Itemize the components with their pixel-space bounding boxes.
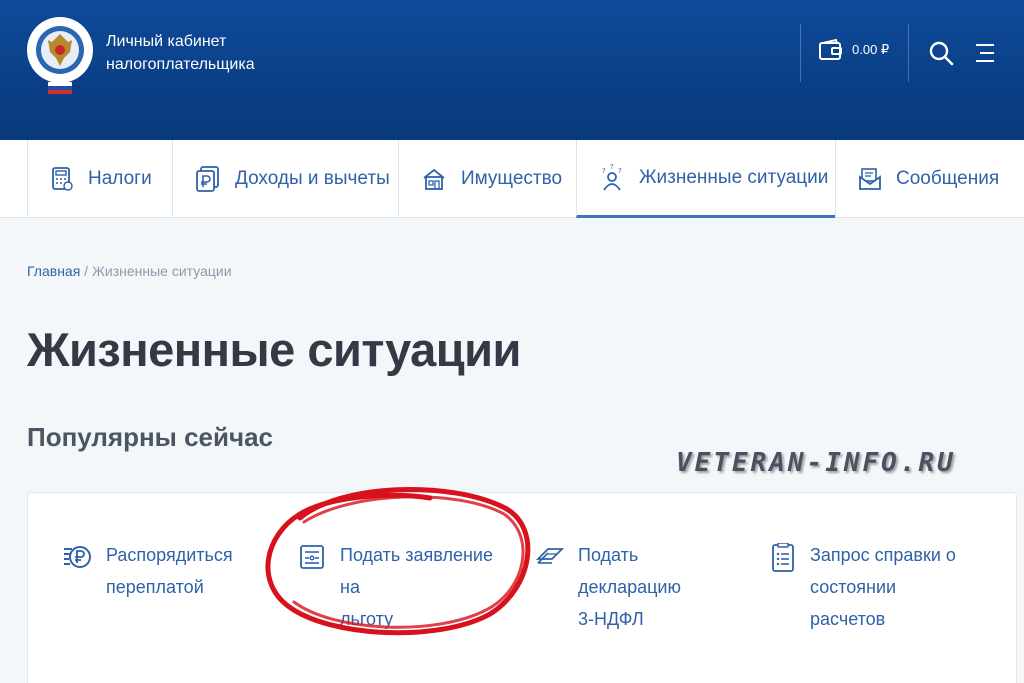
- menu-icon[interactable]: [970, 38, 1000, 68]
- cabinet-title-line2: налогоплательщика: [106, 56, 255, 73]
- svg-text:?: ?: [602, 167, 606, 175]
- house-icon: [423, 168, 445, 190]
- form-icon: [300, 545, 324, 569]
- top-header: Личный кабинет налогоплательщика 0.00 ₽: [0, 0, 1024, 140]
- calculator-icon: [52, 167, 73, 191]
- action-label: Распорядиться переплатой: [106, 539, 271, 603]
- popular-section-title: Популярны сейчас: [27, 422, 274, 452]
- action-label-line1: Запрос справки о: [810, 545, 956, 565]
- svg-text:?: ?: [610, 164, 614, 171]
- action-file-3ndfl-declaration[interactable]: Подать декларацию 3-НДФЛ: [534, 539, 743, 635]
- nav-label-taxes: Налоги: [88, 168, 152, 189]
- cabinet-title[interactable]: Личный кабинет налогоплательщика: [106, 30, 306, 76]
- action-apply-for-benefit[interactable]: Подать заявление на льготу: [298, 539, 505, 635]
- declaration-icon: [535, 548, 564, 564]
- document-list-icon: [772, 543, 794, 572]
- action-label-line2: льготу: [340, 609, 394, 629]
- header-divider: [908, 24, 909, 82]
- nav-item-property[interactable]: Имущество: [398, 140, 576, 218]
- nav-item-taxes[interactable]: Налоги: [27, 140, 172, 218]
- action-label-line1: Подать декларацию: [578, 545, 681, 597]
- header-divider: [800, 24, 801, 82]
- action-label-line2: состоянии расчетов: [810, 577, 897, 629]
- action-label-line2: 3-НДФЛ: [578, 609, 644, 629]
- action-label-line1: Распорядиться: [106, 545, 233, 565]
- ruble-coins-icon: [64, 546, 91, 568]
- nav-item-life-situations[interactable]: ? ? ? Жизненные ситуации: [576, 140, 835, 218]
- person-question-icon: ? ? ?: [602, 164, 622, 191]
- search-icon[interactable]: [926, 38, 956, 68]
- breadcrumb-home-link[interactable]: Главная: [27, 263, 80, 279]
- fns-emblem-icon[interactable]: [26, 12, 94, 98]
- page-title: Жизненные ситуации: [27, 323, 521, 376]
- breadcrumb-current: Жизненные ситуации: [91, 263, 232, 279]
- envelope-icon: [859, 168, 881, 190]
- wallet-icon: [819, 38, 842, 60]
- action-request-settlement-statement[interactable]: Запрос справки о состоянии расчетов: [770, 539, 975, 635]
- main-navigation: Налоги Доходы и вычеты Имущество ? ? ? Ж…: [0, 140, 1024, 218]
- nav-label-property: Имущество: [461, 168, 563, 189]
- nav-item-messages[interactable]: Сообщения: [835, 140, 1024, 218]
- ruble-document-icon: [196, 166, 219, 192]
- cabinet-title-line1: Личный кабинет: [106, 33, 227, 50]
- nav-label-life-situations: Жизненные ситуации: [639, 166, 829, 188]
- action-label: Запрос справки о состоянии расчетов: [810, 539, 975, 635]
- action-label-line2: переплатой: [106, 577, 204, 597]
- balance-widget[interactable]: 0.00 ₽: [818, 38, 889, 62]
- action-label-line1: Подать заявление на: [340, 545, 493, 597]
- watermark-text: VETERAN-INFO.RU: [676, 448, 956, 478]
- svg-text:?: ?: [618, 167, 622, 175]
- balance-amount: 0.00 ₽: [852, 42, 890, 57]
- breadcrumb: Главная / Жизненные ситуации: [27, 263, 232, 279]
- popular-actions-card: Распорядиться переплатой Подать заявлени…: [27, 492, 1017, 683]
- nav-label-income: Доходы и вычеты: [235, 168, 390, 189]
- nav-label-messages: Сообщения: [896, 168, 1000, 189]
- action-manage-overpayment[interactable]: Распорядиться переплатой: [62, 539, 271, 603]
- breadcrumb-separator: /: [80, 263, 92, 279]
- nav-item-income[interactable]: Доходы и вычеты: [172, 140, 398, 218]
- action-label: Подать заявление на льготу: [340, 539, 505, 635]
- action-label: Подать декларацию 3-НДФЛ: [578, 539, 743, 635]
